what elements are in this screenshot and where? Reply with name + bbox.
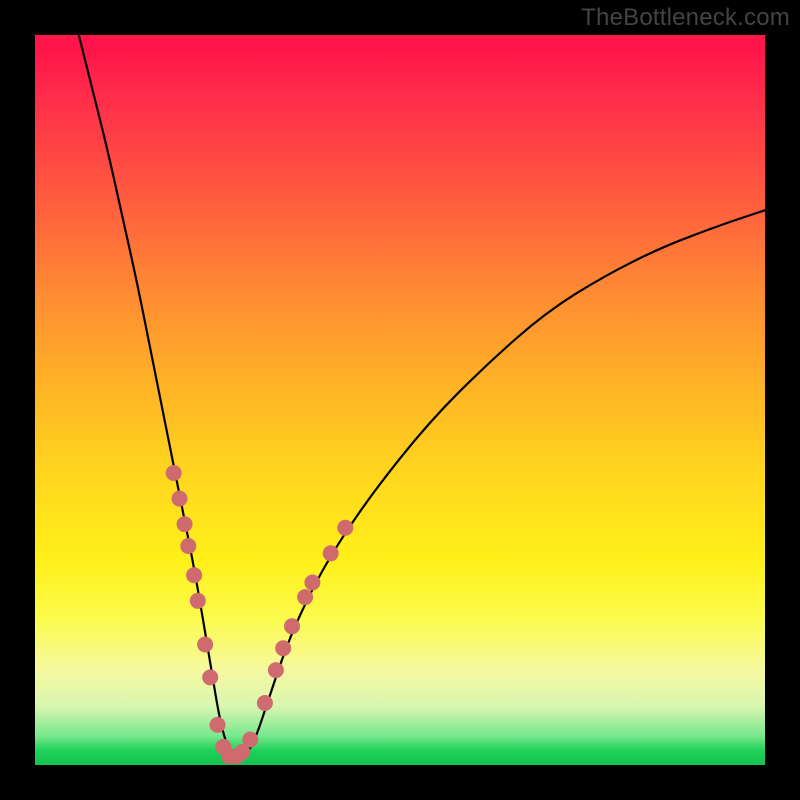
marker-group [166, 465, 354, 764]
data-marker [186, 567, 202, 583]
data-marker [304, 575, 320, 591]
data-marker [257, 695, 273, 711]
data-marker [177, 516, 193, 532]
watermark-text: TheBottleneck.com [581, 4, 790, 32]
chart-svg [35, 35, 765, 765]
bottleneck-curve [79, 35, 765, 758]
data-marker [297, 589, 313, 605]
data-marker [202, 669, 218, 685]
data-marker [172, 491, 188, 507]
data-marker [180, 538, 196, 554]
data-marker [197, 637, 213, 653]
data-marker [268, 662, 284, 678]
data-marker [166, 465, 182, 481]
data-marker [210, 717, 226, 733]
data-marker [190, 593, 206, 609]
data-marker [337, 520, 353, 536]
plot-area [35, 35, 765, 765]
data-marker [323, 545, 339, 561]
data-marker [284, 618, 300, 634]
data-marker [242, 732, 258, 748]
data-marker [275, 640, 291, 656]
chart-frame: TheBottleneck.com [0, 0, 800, 800]
